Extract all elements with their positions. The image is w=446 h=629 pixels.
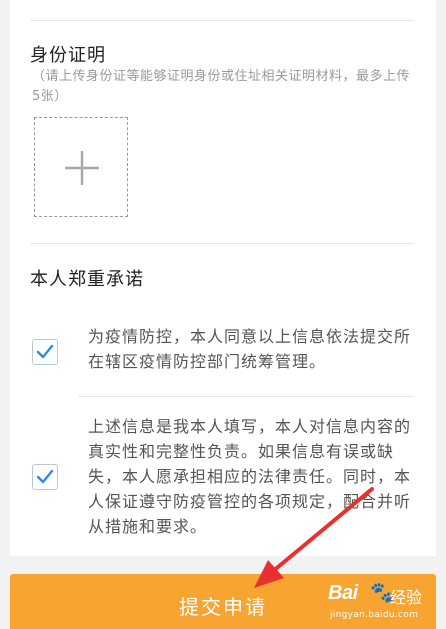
promise-text-2: 上述信息是我本人填写，本人对信息内容的真实性和完整性负责。如果信息有误或缺失，本… bbox=[88, 417, 412, 536]
id-proof-title: 身份证明 bbox=[30, 45, 106, 66]
id-proof-hint: （请上传身份证等能够证明身份或住址相关证明材料，最多上传5张） bbox=[32, 69, 411, 104]
upload-image-button[interactable] bbox=[34, 117, 128, 217]
promise-divider bbox=[78, 396, 414, 397]
checkmark-icon bbox=[36, 469, 54, 484]
form-card: 身份证明 （请上传身份证等能够证明身份或住址相关证明材料，最多上传5张） 本人郑… bbox=[10, 0, 436, 556]
section-divider bbox=[30, 243, 414, 244]
promise-title: 本人郑重承诺 bbox=[30, 269, 144, 290]
top-divider bbox=[30, 20, 414, 21]
submit-button-label: 提交申请 bbox=[179, 595, 267, 619]
promise-checkbox-2[interactable] bbox=[32, 464, 58, 490]
promise-text-1: 为疫情防控，本人同意以上信息依法提交所在辖区疫情防控部门统筹管理。 bbox=[88, 327, 412, 371]
promise-checkbox-1[interactable] bbox=[32, 339, 58, 365]
plus-icon bbox=[65, 151, 99, 185]
checkmark-icon bbox=[36, 344, 54, 359]
submit-button[interactable]: 提交申请 bbox=[10, 574, 436, 629]
